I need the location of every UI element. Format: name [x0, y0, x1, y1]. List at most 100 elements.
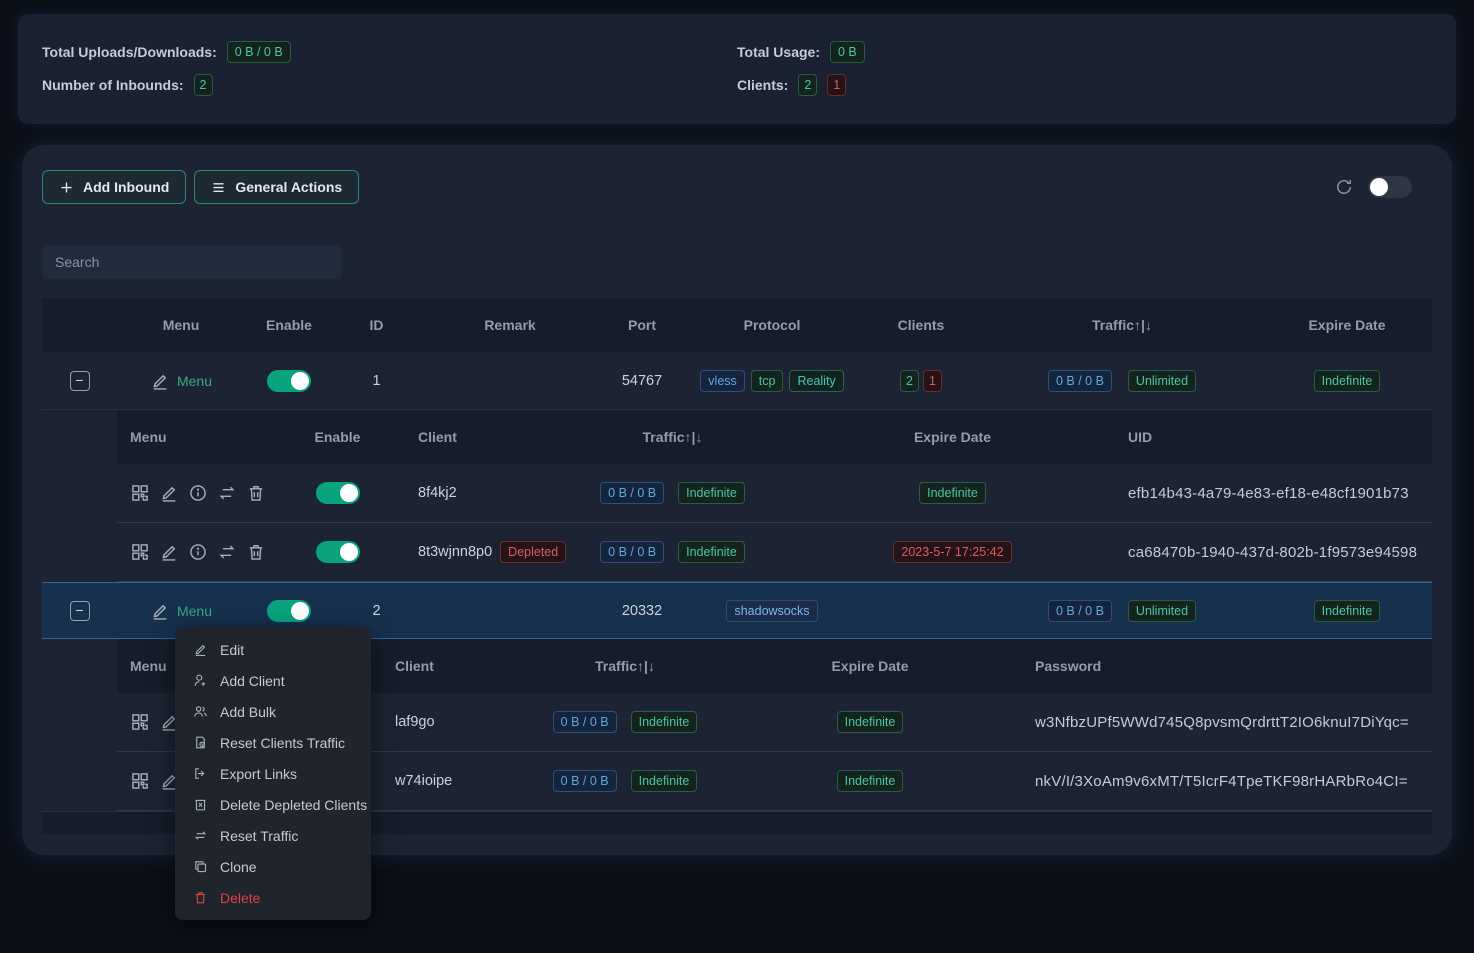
expire-tag: Indefinite	[1314, 370, 1381, 392]
client-expire-tag: Indefinite	[837, 711, 904, 733]
edit-client-icon[interactable]	[159, 483, 179, 503]
header-enable: Enable	[245, 317, 333, 333]
inbound-menu-label: Menu	[177, 603, 212, 619]
inbound-row-vless: − Menu 1 54767 vless tcp Reality 2 1	[42, 352, 1432, 410]
uploads-value-tag: 0 B / 0 B	[227, 41, 291, 63]
header-client-uid: UID	[1115, 429, 1432, 445]
traffic-tag: 0 B / 0 B	[1048, 370, 1112, 392]
add-inbound-button[interactable]: Add Inbound	[42, 170, 186, 204]
menu-item-edit[interactable]: Edit	[175, 634, 371, 665]
header-client-traffic-sort[interactable]: Traffic↑|↓	[520, 658, 730, 674]
inbound-context-menu: Edit Add Client Add Bulk Reset Clients T…	[175, 627, 371, 920]
qrcode-icon[interactable]	[130, 771, 150, 791]
stat-clients: Clients: 2 1	[737, 73, 1432, 97]
menu-item-label: Edit	[220, 642, 244, 658]
stat-total-uploads-downloads: Total Uploads/Downloads: 0 B / 0 B	[42, 40, 737, 64]
inbound-id: 2	[333, 603, 420, 619]
protocol-tag-tcp: tcp	[751, 370, 784, 392]
menu-item-delete[interactable]: Delete	[175, 882, 371, 913]
clients-active-tag: 2	[798, 74, 817, 96]
header-protocol: Protocol	[684, 317, 860, 333]
header-client-traffic-sort[interactable]: Traffic↑|↓	[555, 429, 790, 445]
menu-item-export-links[interactable]: Export Links	[175, 758, 371, 789]
client-uid: ca68470b-1940-437d-802b-1f9573e94598	[1115, 544, 1432, 561]
delete-client-icon[interactable]	[246, 483, 266, 503]
general-actions-button[interactable]: General Actions	[194, 170, 359, 204]
menu-item-reset-clients-traffic[interactable]: Reset Clients Traffic	[175, 727, 371, 758]
traffic-tag: 0 B / 0 B	[1048, 600, 1112, 622]
inbounds-count-tag: 2	[194, 74, 213, 96]
inbounds-count-label: Number of Inbounds:	[42, 77, 184, 93]
inbound-port: 54767	[600, 373, 684, 389]
menu-item-add-client[interactable]: Add Client	[175, 665, 371, 696]
general-actions-label: General Actions	[235, 179, 342, 195]
header-traffic-sort[interactable]: Traffic↑|↓	[982, 317, 1262, 333]
client-name: 8t3wjnn8p0	[418, 544, 492, 560]
collapse-row-button[interactable]: −	[70, 601, 90, 621]
menu-item-label: Reset Clients Traffic	[220, 735, 345, 751]
inbound-menu-label: Menu	[177, 373, 212, 389]
menu-item-add-bulk[interactable]: Add Bulk	[175, 696, 371, 727]
client-enable-toggle[interactable]	[316, 541, 360, 563]
refresh-icon[interactable]	[1334, 177, 1354, 197]
header-clients: Clients	[860, 317, 982, 333]
inbound-menu-trigger[interactable]: Menu	[150, 601, 212, 621]
client-traffic-limit-tag: Indefinite	[631, 711, 698, 733]
header-client-password: Password	[1010, 658, 1432, 674]
edit-client-icon[interactable]	[159, 542, 179, 562]
header-id: ID	[333, 317, 420, 333]
client-row-8f4kj2: 8f4kj2 0 B / 0 B Indefinite Indefinite e…	[117, 464, 1432, 523]
client-expire-tag: Indefinite	[919, 482, 986, 504]
clients-depleted-count-tag: 1	[923, 370, 942, 392]
toolbar: Add Inbound General Actions	[42, 170, 1432, 204]
usage-value-tag: 0 B	[830, 41, 865, 63]
client-expire-tag: 2023-5-7 17:25:42	[893, 541, 1011, 563]
client-enable-toggle[interactable]	[316, 482, 360, 504]
qrcode-icon[interactable]	[130, 542, 150, 562]
client-uid: efb14b43-4a79-4e83-ef18-e48cf1901b73	[1115, 485, 1432, 502]
menu-item-label: Add Bulk	[220, 704, 276, 720]
info-icon[interactable]	[188, 483, 208, 503]
clients-label: Clients:	[737, 77, 788, 93]
client-name: 8f4kj2	[380, 485, 555, 501]
delete-client-icon[interactable]	[246, 542, 266, 562]
menu-lines-icon	[211, 180, 226, 195]
reset-traffic-icon[interactable]	[217, 542, 237, 562]
inbound-enable-toggle[interactable]	[267, 600, 311, 622]
client-traffic-tag: 0 B / 0 B	[553, 770, 617, 792]
header-menu: Menu	[117, 317, 245, 333]
menu-item-delete-depleted-clients[interactable]: Delete Depleted Clients	[175, 789, 371, 820]
vless-clients-header: Menu Enable Client Traffic↑|↓ Expire Dat…	[117, 410, 1432, 464]
reset-traffic-icon[interactable]	[217, 483, 237, 503]
qrcode-icon[interactable]	[130, 712, 150, 732]
plus-icon	[59, 180, 74, 195]
client-traffic-tag: 0 B / 0 B	[600, 482, 664, 504]
menu-item-label: Export Links	[220, 766, 297, 782]
sync-icon	[193, 828, 208, 843]
header-port: Port	[600, 317, 684, 333]
stats-card: Total Uploads/Downloads: 0 B / 0 B Numbe…	[18, 14, 1456, 124]
menu-item-clone[interactable]: Clone	[175, 851, 371, 882]
header-client-name: Client	[370, 658, 520, 674]
dark-mode-toggle[interactable]	[1368, 176, 1412, 198]
users-icon	[193, 704, 208, 719]
usage-label: Total Usage:	[737, 44, 820, 60]
menu-item-label: Clone	[220, 859, 257, 875]
inbound-enable-toggle[interactable]	[267, 370, 311, 392]
client-row-8t3wjnn8p0: 8t3wjnn8p0 Depleted 0 B / 0 B Indefinite…	[117, 523, 1432, 582]
menu-item-label: Reset Traffic	[220, 828, 298, 844]
menu-item-reset-traffic[interactable]: Reset Traffic	[175, 820, 371, 851]
protocol-tag-vless: vless	[700, 370, 744, 392]
inbound-menu-trigger[interactable]: Menu	[150, 371, 212, 391]
header-expire-date: Expire Date	[1262, 317, 1432, 333]
user-add-icon	[193, 673, 208, 688]
edit-pen-icon	[150, 371, 170, 391]
search-input[interactable]	[42, 245, 342, 279]
info-icon[interactable]	[188, 542, 208, 562]
edit-pen-icon	[150, 601, 170, 621]
stats-right-column: Total Usage: 0 B Clients: 2 1	[737, 40, 1432, 98]
traffic-limit-tag: Unlimited	[1128, 600, 1196, 622]
copy-icon	[193, 859, 208, 874]
qrcode-icon[interactable]	[130, 483, 150, 503]
collapse-row-button[interactable]: −	[70, 371, 90, 391]
